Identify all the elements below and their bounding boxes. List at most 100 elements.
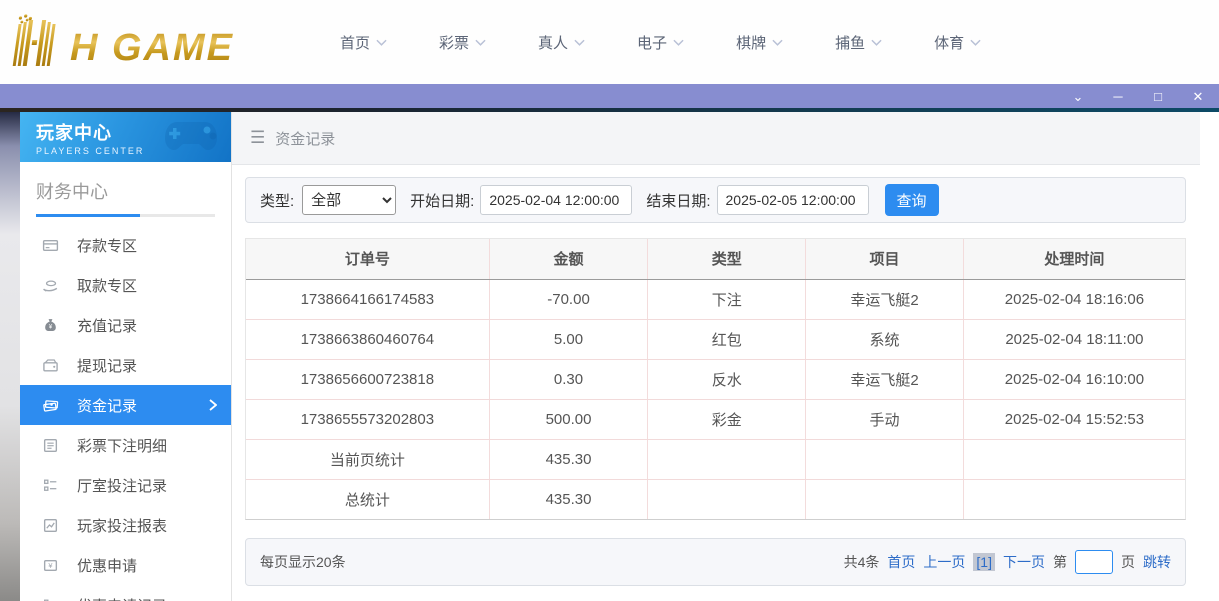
search-button[interactable]: 查询 (885, 184, 939, 216)
chevron-down-icon (475, 39, 486, 46)
svg-text:¥: ¥ (49, 323, 53, 330)
nav-label: 首页 (340, 32, 370, 53)
close-icon[interactable]: ✕ (1191, 90, 1205, 103)
sidebar-item-withdrawal-record[interactable]: 提现记录 (20, 345, 231, 385)
end-date-input[interactable] (717, 185, 869, 215)
nav-item-cards[interactable]: 棋牌 (736, 32, 783, 53)
empty-cell (963, 439, 1185, 479)
sidebar-item-withdraw-zone[interactable]: 取款专区 (20, 265, 231, 305)
sidebar-item-label: 优惠申请记录 (77, 595, 167, 601)
nav-item-lottery[interactable]: 彩票 (439, 32, 486, 53)
cell-process-time: 2025-02-04 16:10:00 (963, 359, 1185, 399)
col-type: 类型 (648, 239, 806, 279)
nav-label: 彩票 (439, 32, 469, 53)
next-page-link[interactable]: 下一页 (1003, 552, 1045, 572)
cell-process-time: 2025-02-04 18:16:06 (963, 279, 1185, 319)
prev-page-link[interactable]: 上一页 (923, 552, 965, 572)
col-process-time: 处理时间 (963, 239, 1185, 279)
empty-cell (648, 439, 806, 479)
sidebar-item-label: 优惠申请 (77, 555, 137, 576)
filter-bar: 类型: 全部 开始日期: 结束日期: 查询 (245, 177, 1186, 223)
cell-amount: 5.00 (489, 319, 648, 359)
nav-item-fishing[interactable]: 捕鱼 (835, 32, 882, 53)
chevron-down-icon (376, 39, 387, 46)
cell-order-no: 1738656600723818 (246, 359, 489, 399)
maximize-icon[interactable]: □ (1151, 90, 1165, 103)
funds-table: 订单号 金额 类型 项目 处理时间 1738664166174583 -70.0… (245, 238, 1186, 520)
pagination-controls: 共4条 首页 上一页 [1] 下一页 第 页 跳转 (844, 550, 1171, 574)
page-size-text: 每页显示20条 (260, 552, 346, 572)
jump-button[interactable]: 跳转 (1143, 552, 1171, 572)
ticket-icon: ¥ (42, 557, 59, 574)
pagination-bar: 每页显示20条 共4条 首页 上一页 [1] 下一页 第 页 跳转 (245, 538, 1186, 586)
nav-label: 电子 (637, 32, 667, 53)
sidebar-item-promo-apply-record[interactable]: 优惠申请记录 (20, 585, 231, 601)
sidebar-item-deposit-zone[interactable]: 存款专区 (20, 225, 231, 265)
summary-label: 总统计 (246, 479, 489, 519)
chevron-down-icon[interactable]: ⌄ (1071, 90, 1085, 103)
site-header: H GAME 首页 彩票 真人 电子 棋牌 (0, 0, 1219, 84)
cell-process-time: 2025-02-04 15:52:53 (963, 399, 1185, 439)
breadcrumb: ☰ 资金记录 (232, 112, 1200, 165)
cell-order-no: 1738655573202803 (246, 399, 489, 439)
nav-label: 捕鱼 (835, 32, 865, 53)
total-count-text: 共4条 (844, 552, 880, 572)
jump-page-input[interactable] (1075, 550, 1113, 574)
sidebar-item-lottery-bet-detail[interactable]: 彩票下注明细 (20, 425, 231, 465)
cell-item: 手动 (806, 399, 964, 439)
sidebar-item-recharge-record[interactable]: ¥ 充值记录 (20, 305, 231, 345)
sidebar-section: 财务中心 (20, 162, 231, 217)
main-nav: 首页 彩票 真人 电子 棋牌 捕鱼 (340, 32, 981, 53)
table-row: 1738656600723818 0.30 反水 幸运飞艇2 2025-02-0… (246, 359, 1185, 399)
type-select[interactable]: 全部 (302, 185, 396, 215)
list-icon (42, 477, 59, 494)
cell-type: 反水 (648, 359, 806, 399)
cell-item: 幸运飞艇2 (806, 279, 964, 319)
sidebar-item-hall-bet-record[interactable]: 厅室投注记录 (20, 465, 231, 505)
sidebar-item-player-bet-report[interactable]: 玩家投注报表 (20, 505, 231, 545)
cell-item: 系统 (806, 319, 964, 359)
document-icon (42, 437, 59, 454)
money-bag-icon: ¥ (42, 317, 59, 334)
start-date-label: 开始日期: (410, 190, 474, 211)
hand-money-icon (42, 277, 59, 294)
cell-process-time: 2025-02-04 18:11:00 (963, 319, 1185, 359)
cell-item: 幸运飞艇2 (806, 359, 964, 399)
nav-item-live[interactable]: 真人 (538, 32, 585, 53)
cell-amount: 500.00 (489, 399, 648, 439)
cell-order-no: 1738663860460764 (246, 319, 489, 359)
hamburger-icon[interactable]: ☰ (250, 128, 265, 148)
main-content: ☰ 资金记录 类型: 全部 开始日期: 结束日期: 查询 (232, 112, 1200, 601)
chevron-down-icon (871, 39, 882, 46)
chevron-down-icon (772, 39, 783, 46)
minimize-icon[interactable]: ─ (1111, 90, 1125, 103)
sidebar-item-label: 资金记录 (77, 395, 137, 416)
summary-row-total: 总统计 435.30 (246, 479, 1185, 519)
sidebar-item-funds-record[interactable]: 资金记录 (20, 385, 231, 425)
nav-item-slots[interactable]: 电子 (637, 32, 684, 53)
end-date-label: 结束日期: (646, 190, 710, 211)
page: H GAME 首页 彩票 真人 电子 棋牌 (0, 0, 1219, 601)
empty-cell (806, 439, 964, 479)
table-row: 1738655573202803 500.00 彩金 手动 2025-02-04… (246, 399, 1185, 439)
col-order-no: 订单号 (246, 239, 489, 279)
wallet-icon (42, 357, 59, 374)
start-date-input[interactable] (480, 185, 632, 215)
nav-item-sports[interactable]: 体育 (934, 32, 981, 53)
nav-item-home[interactable]: 首页 (340, 32, 387, 53)
table-header-row: 订单号 金额 类型 项目 处理时间 (246, 239, 1185, 279)
empty-cell (648, 479, 806, 519)
section-underline (36, 214, 215, 217)
window-titlebar: ⌄ ─ □ ✕ (0, 84, 1219, 108)
chevron-down-icon (970, 39, 981, 46)
sidebar-item-promo-apply[interactable]: ¥ 优惠申请 (20, 545, 231, 585)
first-page-link[interactable]: 首页 (887, 552, 915, 572)
cell-type: 彩金 (648, 399, 806, 439)
summary-amount: 435.30 (489, 439, 648, 479)
sidebar-section-title: 财务中心 (36, 178, 215, 214)
sidebar-header: 玩家中心 PLAYERS CENTER (20, 112, 231, 162)
cell-amount: -70.00 (489, 279, 648, 319)
bank-card-icon (42, 237, 59, 254)
chevron-down-icon (574, 39, 585, 46)
site-logo[interactable]: H GAME (10, 14, 290, 70)
